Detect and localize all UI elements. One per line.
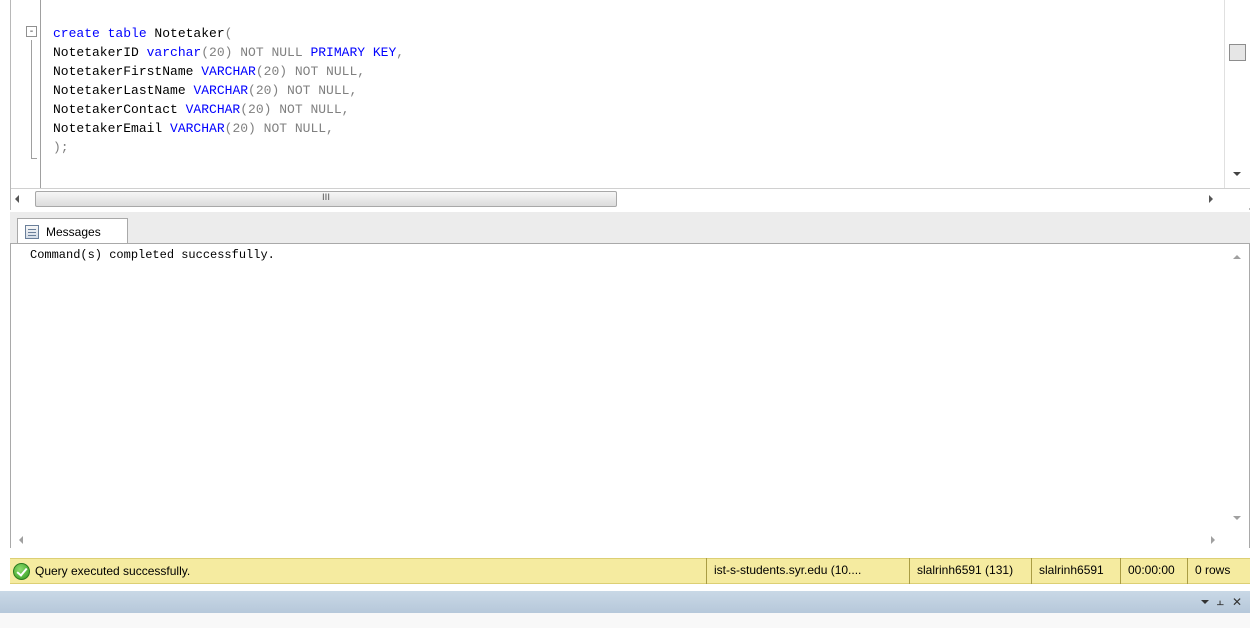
code-token: VARCHAR: [193, 83, 249, 98]
scroll-right-arrow-icon[interactable]: [1209, 195, 1213, 203]
code-token: );: [53, 140, 69, 155]
code-token: NotetakerID: [53, 45, 147, 60]
editor-vertical-scrollbar[interactable]: [1224, 0, 1250, 188]
results-tab-strip: Messages: [10, 212, 1250, 244]
fold-guide-line: [31, 40, 32, 158]
code-line[interactable]: NotetakerID varchar(20) NOT NULL PRIMARY…: [53, 43, 404, 62]
fold-end-marker: [31, 158, 37, 159]
code-token: (20) NOT NULL: [201, 45, 311, 60]
pin-icon[interactable]: ⫠: [1217, 594, 1224, 609]
code-token: (20) NOT NULL,: [255, 64, 366, 79]
success-check-icon: [13, 562, 30, 580]
messages-horizontal-scrollbar[interactable]: [11, 530, 1249, 548]
status-server: ist-s-students.syr.edu (10....: [706, 558, 909, 584]
editor-horizontal-scrollbar[interactable]: III: [11, 188, 1250, 208]
code-token: (20) NOT NULL,: [240, 102, 350, 117]
docked-panel-body: [0, 613, 1250, 628]
ssms-window: - create table Notetaker(NotetakerID var…: [0, 0, 1250, 628]
status-message: Query executed successfully.: [35, 564, 191, 578]
code-token: (: [224, 26, 233, 41]
tab-messages-label: Messages: [46, 224, 101, 239]
status-user-session: slalrinh6591 (131): [909, 558, 1031, 584]
code-line[interactable]: );: [53, 138, 404, 157]
code-token: create table: [53, 26, 155, 41]
query-status-bar: Query executed successfully. ist-s-stude…: [10, 558, 1250, 584]
result-message: Command(s) completed successfully.: [30, 248, 275, 262]
messages-vertical-scrollbar[interactable]: [1225, 244, 1249, 530]
collapse-toggle-icon[interactable]: -: [26, 26, 37, 37]
code-token: VARCHAR: [201, 64, 256, 79]
scroll-right-arrow-icon[interactable]: [1211, 536, 1215, 544]
code-token: NotetakerLastName: [53, 83, 194, 98]
query-editor[interactable]: - create table Notetaker(NotetakerID var…: [10, 0, 1250, 210]
scroll-down-arrow-icon[interactable]: [1233, 172, 1241, 176]
scroll-left-arrow-icon[interactable]: [19, 536, 23, 544]
split-window-button[interactable]: [1229, 44, 1246, 61]
code-line[interactable]: NotetakerEmail VARCHAR(20) NOT NULL,: [53, 119, 404, 138]
code-line[interactable]: NotetakerContact VARCHAR(20) NOT NULL,: [53, 100, 404, 119]
code-token: NotetakerFirstName: [53, 64, 202, 79]
code-line[interactable]: NotetakerLastName VARCHAR(20) NOT NULL,: [53, 81, 404, 100]
scroll-left-arrow-icon[interactable]: [15, 195, 19, 203]
code-token: ,: [396, 45, 405, 60]
code-line[interactable]: NotetakerFirstName VARCHAR(20) NOT NULL,: [53, 62, 404, 81]
code-token: Notetaker: [154, 26, 225, 41]
code-token: (20) NOT NULL,: [248, 83, 358, 98]
docked-panel-buttons: ⫠ ✕: [1200, 594, 1242, 609]
status-elapsed-time: 00:00:00: [1120, 558, 1187, 584]
results-pane: Messages Command(s) completed successful…: [10, 212, 1250, 548]
horizontal-scroll-thumb[interactable]: III: [35, 191, 617, 207]
code-line[interactable]: create table Notetaker(: [53, 24, 404, 43]
tab-messages[interactable]: Messages: [17, 218, 128, 244]
sql-code[interactable]: create table Notetaker(NotetakerID varch…: [53, 24, 404, 157]
scroll-up-arrow-icon[interactable]: [1233, 255, 1241, 259]
editor-margin-line: [40, 0, 41, 188]
messages-body[interactable]: Command(s) completed successfully.: [10, 243, 1250, 548]
code-token: VARCHAR: [185, 102, 241, 117]
code-token: VARCHAR: [170, 121, 225, 136]
code-area[interactable]: - create table Notetaker(NotetakerID var…: [11, 0, 1224, 188]
status-user: slalrinh6591: [1031, 558, 1120, 584]
close-icon[interactable]: ✕: [1232, 595, 1242, 609]
code-token: varchar: [146, 45, 202, 60]
code-token: PRIMARY KEY: [310, 45, 397, 60]
messages-icon: [25, 224, 39, 239]
panel-dropdown-icon[interactable]: [1200, 599, 1209, 604]
code-token: (20) NOT NULL,: [224, 121, 334, 136]
docked-panel-title-bar: ⫠ ✕: [0, 591, 1250, 613]
code-token: NotetakerContact: [53, 102, 186, 117]
code-token: NotetakerEmail: [53, 121, 171, 136]
status-row-count: 0 rows: [1187, 558, 1250, 584]
scroll-down-arrow-icon[interactable]: [1233, 516, 1241, 520]
